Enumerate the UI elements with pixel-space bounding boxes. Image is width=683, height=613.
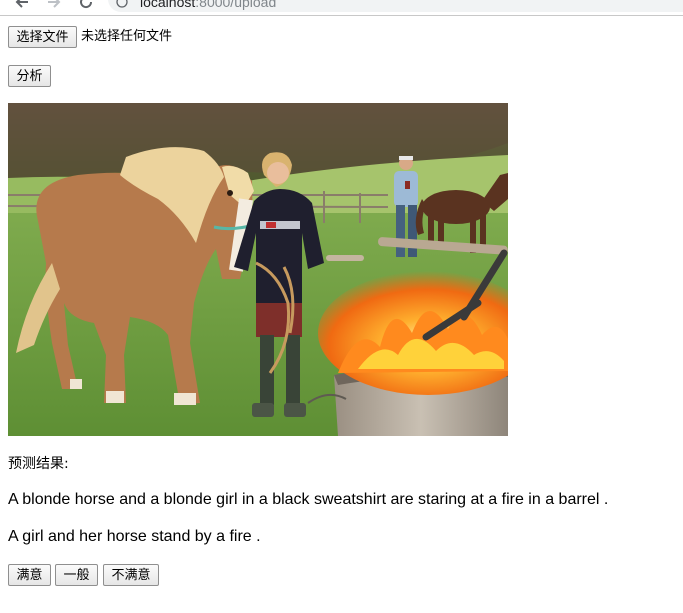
arrow-left-icon (15, 0, 28, 8)
unsatisfied-button[interactable]: 不满意 (103, 564, 159, 586)
forward-button[interactable] (44, 0, 64, 12)
info-icon (116, 0, 128, 8)
url-path: :8000/upload (195, 0, 277, 10)
address-bar[interactable]: localhost:8000/upload (108, 0, 683, 12)
prediction-caption-1: A blonde horse and a blonde girl in a bl… (8, 491, 609, 508)
arrow-right-icon (48, 0, 61, 8)
satisfied-button[interactable]: 满意 (8, 564, 51, 586)
choose-file-button[interactable]: 选择文件 (8, 26, 77, 48)
url-text: localhost:8000/upload (140, 0, 276, 9)
neutral-button[interactable]: 一般 (55, 564, 98, 586)
prediction-result-label: 预测结果: (8, 456, 69, 472)
uploaded-photo (8, 103, 508, 436)
browser-toolbar: localhost:8000/upload (0, 0, 683, 16)
back-button[interactable] (12, 0, 32, 12)
file-status-text: 未选择任何文件 (81, 29, 173, 44)
reload-icon (80, 0, 93, 9)
url-host: localhost (140, 0, 196, 10)
prediction-caption-2: A girl and her horse stand by a fire . (8, 528, 261, 545)
reload-button[interactable] (76, 0, 96, 12)
analyze-button[interactable]: 分析 (8, 65, 51, 87)
